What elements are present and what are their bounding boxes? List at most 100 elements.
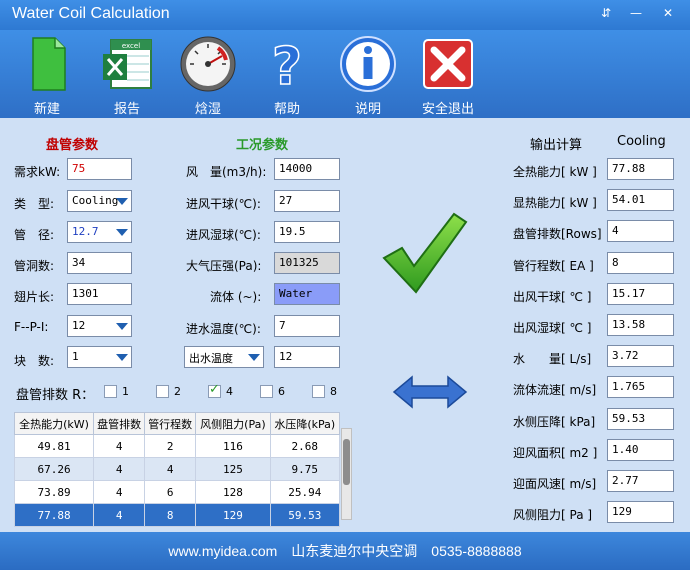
- scrollbar-thumb[interactable]: [343, 439, 350, 485]
- fpi-select[interactable]: 12: [67, 315, 132, 337]
- fluid-input[interactable]: Water: [274, 283, 340, 305]
- tube-diameter-label: 管 径:: [14, 228, 55, 242]
- atmospheric-pressure-input[interactable]: 101325: [274, 252, 340, 274]
- psychrometric-button[interactable]: 焓湿: [171, 34, 245, 117]
- blocks-select[interactable]: 1: [67, 346, 132, 368]
- tube-diameter-value: 12.7: [72, 225, 99, 238]
- close-button[interactable]: ✕: [658, 4, 678, 22]
- psychrometric-label: 焓湿: [194, 102, 221, 117]
- help-button[interactable]: ? 帮助: [250, 34, 324, 117]
- close-icon: [423, 39, 473, 89]
- working-conditions-title: 工况参数: [236, 138, 289, 153]
- info-label: 说明: [354, 102, 381, 117]
- demand-kw-input[interactable]: 75: [67, 158, 132, 180]
- new-label: 新建: [33, 102, 60, 117]
- output-title: 输出计算: [530, 138, 583, 153]
- tube-holes-label: 管洞数:: [14, 259, 55, 273]
- entering-water-temp-label: 进水温度(℃):: [186, 322, 261, 336]
- info-button[interactable]: 说明: [331, 34, 405, 117]
- output-label: 显热能力[ kW ]: [513, 196, 597, 211]
- output-value: 15.17: [607, 282, 674, 305]
- entering-wet-bulb-label: 进风湿球(℃):: [186, 228, 261, 242]
- help-label: 帮助: [273, 102, 300, 117]
- output-value: 77.88: [607, 158, 674, 180]
- output-value: 4: [607, 220, 674, 243]
- airflow-label: 风 量(m3/h):: [186, 165, 267, 179]
- new-button[interactable]: 新建: [10, 34, 84, 117]
- fin-length-input[interactable]: 1301: [67, 283, 132, 305]
- type-select[interactable]: Cooling: [67, 190, 132, 212]
- tube-holes-input[interactable]: 34: [67, 252, 132, 274]
- rows-checkbox-8[interactable]: [312, 385, 325, 398]
- coil-rows-label: 盘管排数 R：: [16, 388, 95, 403]
- table-cell: 6: [144, 480, 197, 504]
- table-cell: 73.89: [13, 480, 95, 504]
- type-value: Cooling: [72, 194, 119, 207]
- rows-checkbox-label: 1: [122, 385, 129, 398]
- table-cell: 129: [195, 503, 271, 527]
- column-header[interactable]: 盘管排数: [93, 412, 146, 435]
- output-value: 129: [607, 501, 674, 524]
- svg-text:?: ?: [272, 37, 302, 94]
- entering-dry-bulb-label: 进风干球(℃):: [186, 197, 261, 211]
- output-label: 风侧阻力[ Pa ]: [513, 508, 593, 523]
- chevron-down-icon: [116, 354, 128, 361]
- table-cell: 4: [93, 503, 146, 527]
- output-label: 流体流速[ m/s]: [513, 383, 597, 398]
- output-label: 迎面风速[ m/s]: [513, 477, 597, 491]
- double-arrow-icon[interactable]: [392, 374, 468, 410]
- table-row[interactable]: 67.26 4 4 125 9.75: [13, 457, 341, 481]
- fin-length-label: 翅片长:: [14, 290, 55, 304]
- column-header[interactable]: 水压降(kPa): [269, 412, 341, 435]
- chevron-down-icon: [248, 354, 260, 361]
- rows-checkbox-4[interactable]: [208, 382, 221, 398]
- output-value: 59.53: [607, 407, 674, 430]
- minimize-button[interactable]: —: [626, 4, 646, 22]
- entering-wet-bulb-input[interactable]: 19.5: [274, 221, 340, 243]
- tube-diameter-select[interactable]: 12.7: [67, 221, 132, 243]
- demand-kw-label: 需求kW:: [14, 165, 61, 179]
- entering-dry-bulb-input[interactable]: 27: [274, 190, 340, 212]
- excel-text: excel: [122, 42, 140, 50]
- new-document-icon: [32, 37, 66, 91]
- table-cell: 67.26: [13, 457, 95, 481]
- rows-checkbox-1[interactable]: [104, 385, 117, 398]
- excel-icon: excel: [103, 39, 152, 89]
- leaving-water-temp-select[interactable]: 出水温度: [184, 346, 264, 368]
- table-row[interactable]: 77.88 4 8 129 59.53: [13, 503, 341, 527]
- main-panel: 盘管参数 需求kW: 75 类 型: Cooling 管 径: 12.7 管洞数…: [0, 118, 690, 532]
- leaving-water-temp-input[interactable]: 12: [274, 346, 340, 368]
- table-cell: 128: [195, 480, 271, 504]
- column-header[interactable]: 全热能力(kW): [13, 412, 95, 435]
- airflow-input[interactable]: 14000: [274, 158, 340, 180]
- table-cell: 125: [195, 457, 271, 481]
- table-cell: 8: [144, 503, 197, 527]
- table-cell: 2: [144, 434, 197, 458]
- checkmark-icon: [382, 212, 468, 294]
- table-cell: 4: [144, 457, 197, 481]
- table-scrollbar[interactable]: [341, 428, 352, 520]
- column-header[interactable]: 管行程数: [144, 412, 197, 435]
- table-row[interactable]: 73.89 4 6 128 25.94: [13, 480, 341, 504]
- output-label: 全热能力[ kW ]: [513, 165, 597, 179]
- rows-checkbox-label: 2: [174, 385, 181, 398]
- exit-button[interactable]: 安全退出: [411, 34, 485, 117]
- table-row[interactable]: 49.81 4 2 116 2.68: [13, 434, 341, 458]
- output-value: 3.72: [607, 345, 674, 368]
- table-cell: 77.88: [13, 503, 95, 527]
- output-value: 13.58: [607, 314, 674, 336]
- rows-checkbox-6[interactable]: [260, 385, 273, 398]
- table-header-row: 全热能力(kW) 盘管排数 管行程数 风侧阻力(Pa) 水压降(kPa): [13, 412, 341, 435]
- output-label: 出风湿球[ ℃ ]: [513, 321, 592, 335]
- coil-params-title: 盘管参数: [46, 138, 99, 153]
- column-header[interactable]: 风侧阻力(Pa): [195, 412, 271, 435]
- output-value: 8: [607, 251, 674, 274]
- entering-water-temp-input[interactable]: 7: [274, 315, 340, 337]
- chevron-down-icon: [116, 229, 128, 236]
- rows-checkbox-2[interactable]: [156, 385, 169, 398]
- table-cell: 9.75: [269, 457, 341, 481]
- report-button[interactable]: excel 报告: [90, 34, 164, 117]
- table-cell: 25.94: [269, 480, 341, 504]
- pin-button[interactable]: ⇵: [596, 4, 616, 22]
- table-cell: 116: [195, 434, 271, 458]
